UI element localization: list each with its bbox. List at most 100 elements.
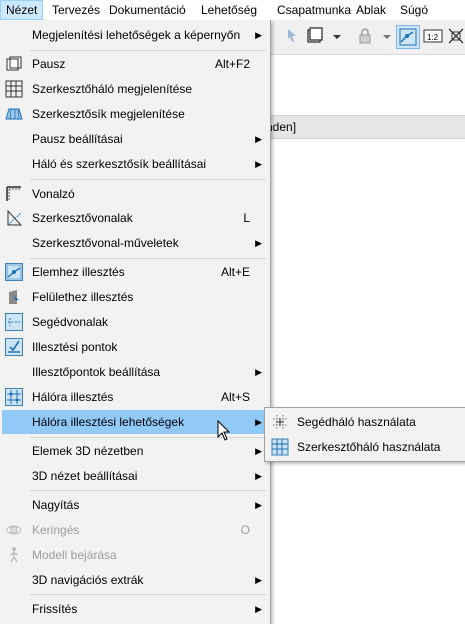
menu-item-shortcut: Alt+S	[220, 390, 250, 404]
menu-item-trace-settings[interactable]: Pausz beállításai ▶	[2, 127, 268, 151]
svg-text:1:2: 1:2	[427, 33, 439, 42]
menu-separator	[30, 594, 266, 595]
submenu-arrow-icon: ▶	[255, 604, 262, 614]
menu-item-label: Modell bejárása	[32, 548, 117, 562]
menu-item-display-options[interactable]: Megjelenítési lehetőségek a képernyőn ▶	[2, 23, 268, 47]
menu-item-label: Felülethez illesztés	[32, 290, 134, 304]
menu-item-pausz[interactable]: Pausz Alt+F2	[2, 52, 268, 76]
menu-separator	[30, 258, 266, 259]
editing-plane-icon	[5, 105, 23, 123]
submenu-arrow-icon: ▶	[255, 134, 262, 144]
menu-item-shortcut: Alt+E	[220, 265, 250, 279]
view-menu-dropdown: Megjelenítési lehetőségek a képernyőn ▶ …	[0, 20, 271, 624]
menu-item-label: Háló és szerkesztősík beállításai	[32, 157, 207, 171]
menu-item-label: Megjelenítési lehetőségek a képernyőn	[32, 28, 241, 42]
submenu-item-helper-grid[interactable]: Segédháló használata	[267, 410, 463, 434]
menu-item-shortcut: L	[243, 211, 250, 225]
helper-lines-icon	[5, 313, 23, 331]
menu-item-helper-lines[interactable]: Segédvonalak	[2, 310, 268, 334]
menu-item-label: Szerkesztőháló megjelenítése	[32, 82, 193, 96]
submenu-item-label: Szerkesztőháló használata	[297, 440, 441, 454]
menu-separator	[30, 50, 266, 51]
submenu-item-label: Segédháló használata	[297, 415, 416, 429]
menu-item-label: Elemek 3D nézetben	[32, 444, 144, 458]
lock-icon[interactable]	[354, 25, 376, 47]
menu-item-3d-view-settings[interactable]: 3D nézet beállításai ▶	[2, 464, 268, 488]
submenu-arrow-icon: ▶	[255, 575, 262, 585]
menu-item-label: Nagyítás	[32, 498, 80, 512]
menu-item-shortcut: Alt+F2	[214, 57, 250, 71]
menu-item-label: Illesztési pontok	[32, 340, 118, 354]
menu-dokumentacio[interactable]: Dokumentáció	[104, 0, 191, 20]
view-frame-icon[interactable]	[304, 25, 326, 47]
menu-item-snap-element[interactable]: Elemhez illesztés Alt+E	[2, 260, 268, 284]
grid-snap-icon	[5, 388, 23, 406]
grid-snap-options-submenu: Segédháló használata Szerkesztőháló hasz…	[264, 407, 465, 462]
menu-item-guidelines[interactable]: Szerkesztővonalak L	[2, 206, 268, 230]
submenu-arrow-icon: ▶	[255, 446, 262, 456]
select-arrow-icon[interactable]	[282, 25, 304, 47]
crosshair-icon[interactable]	[445, 25, 465, 47]
snap-to-element-icon[interactable]	[396, 25, 420, 49]
menu-item-label: 3D navigációs extrák	[32, 573, 144, 587]
menu-separator	[30, 490, 266, 491]
dropdown-arrow-icon[interactable]	[376, 25, 398, 47]
menu-item-shortcut: O	[240, 523, 250, 537]
submenu-arrow-icon: ▶	[255, 159, 262, 169]
menu-item-zoom[interactable]: Nagyítás ▶	[2, 493, 268, 517]
submenu-arrow-icon: ▶	[255, 30, 262, 40]
menu-item-label: Illesztőpontok beállítása	[32, 365, 161, 379]
menu-item-snap-surface[interactable]: Felülethez illesztés	[2, 285, 268, 309]
walk-icon	[5, 546, 23, 564]
menu-item-ruler[interactable]: Vonalzó	[2, 182, 268, 206]
menu-bar: Nézet Tervezés Dokumentáció Lehetőség Cs…	[0, 0, 465, 20]
menu-item-label: Hálóra illesztés	[32, 390, 114, 404]
snap-to-surface-icon	[5, 288, 23, 306]
mouse-cursor-icon	[217, 419, 231, 445]
menu-item-label: Segédvonalak	[32, 315, 109, 329]
menu-item-3d-nav-extras[interactable]: 3D navigációs extrák ▶	[2, 568, 268, 592]
toolbar: 1:2	[270, 20, 465, 55]
snap-to-element-icon	[5, 263, 23, 281]
submenu-item-construction-grid[interactable]: Szerkesztőháló használata	[267, 435, 463, 459]
menu-item-show-grid[interactable]: Szerkesztőháló megjelenítése	[2, 77, 268, 101]
menu-item-label: 3D nézet beállításai	[32, 469, 138, 483]
menu-item-label: Pausz	[32, 57, 66, 71]
menu-item-orbit: Keringés O	[2, 518, 268, 542]
menu-csapatmunka[interactable]: Csapatmunka	[272, 0, 356, 20]
background-header-strip: nden]	[266, 115, 465, 139]
orbit-icon	[5, 521, 23, 539]
guideline-icon	[5, 209, 23, 227]
menu-item-snap-point-settings[interactable]: Illesztőpontok beállítása ▶	[2, 360, 268, 384]
grid-icon	[5, 80, 23, 98]
menu-sugo[interactable]: Súgó	[395, 0, 433, 20]
menu-item-label: Szerkesztővonalak	[32, 211, 133, 225]
submenu-arrow-icon: ▶	[255, 367, 262, 377]
menu-item-label: Szerkesztősík megjelenítése	[32, 107, 185, 121]
menu-item-label: Keringés	[32, 523, 80, 537]
snap-points-icon	[5, 338, 23, 356]
dropdown-arrow-icon[interactable]	[326, 25, 348, 47]
menu-item-label: Vonalzó	[32, 187, 75, 201]
menu-item-label: Elemhez illesztés	[32, 265, 125, 279]
submenu-arrow-icon: ▶	[255, 238, 262, 248]
menu-separator	[30, 179, 266, 180]
submenu-arrow-icon: ▶	[255, 500, 262, 510]
menu-item-guideline-ops[interactable]: Szerkesztővonal-műveletek ▶	[2, 231, 268, 255]
menu-item-show-plane[interactable]: Szerkesztősík megjelenítése	[2, 102, 268, 126]
menu-item-snap-grid[interactable]: Hálóra illesztés Alt+S	[2, 385, 268, 409]
construction-grid-icon	[271, 438, 289, 456]
scale-ruler-icon[interactable]: 1:2	[422, 25, 444, 47]
menu-tervezes[interactable]: Tervezés	[47, 0, 105, 20]
menu-item-snap-points[interactable]: Illesztési pontok	[2, 335, 268, 359]
menu-item-label: Pausz beállításai	[32, 132, 123, 146]
ruler-icon	[5, 185, 23, 203]
menu-item-walk-model: Modell bejárása	[2, 543, 268, 567]
menu-item-refresh[interactable]: Frissítés ▶	[2, 597, 268, 621]
menu-lehetoseg[interactable]: Lehetőség	[196, 0, 262, 20]
menu-ablak[interactable]: Ablak	[351, 0, 391, 20]
trace-icon	[5, 55, 23, 73]
menu-nezet[interactable]: Nézet	[0, 0, 44, 20]
menu-item-grid-plane-settings[interactable]: Háló és szerkesztősík beállításai ▶	[2, 152, 268, 176]
submenu-arrow-icon: ▶	[255, 471, 262, 481]
